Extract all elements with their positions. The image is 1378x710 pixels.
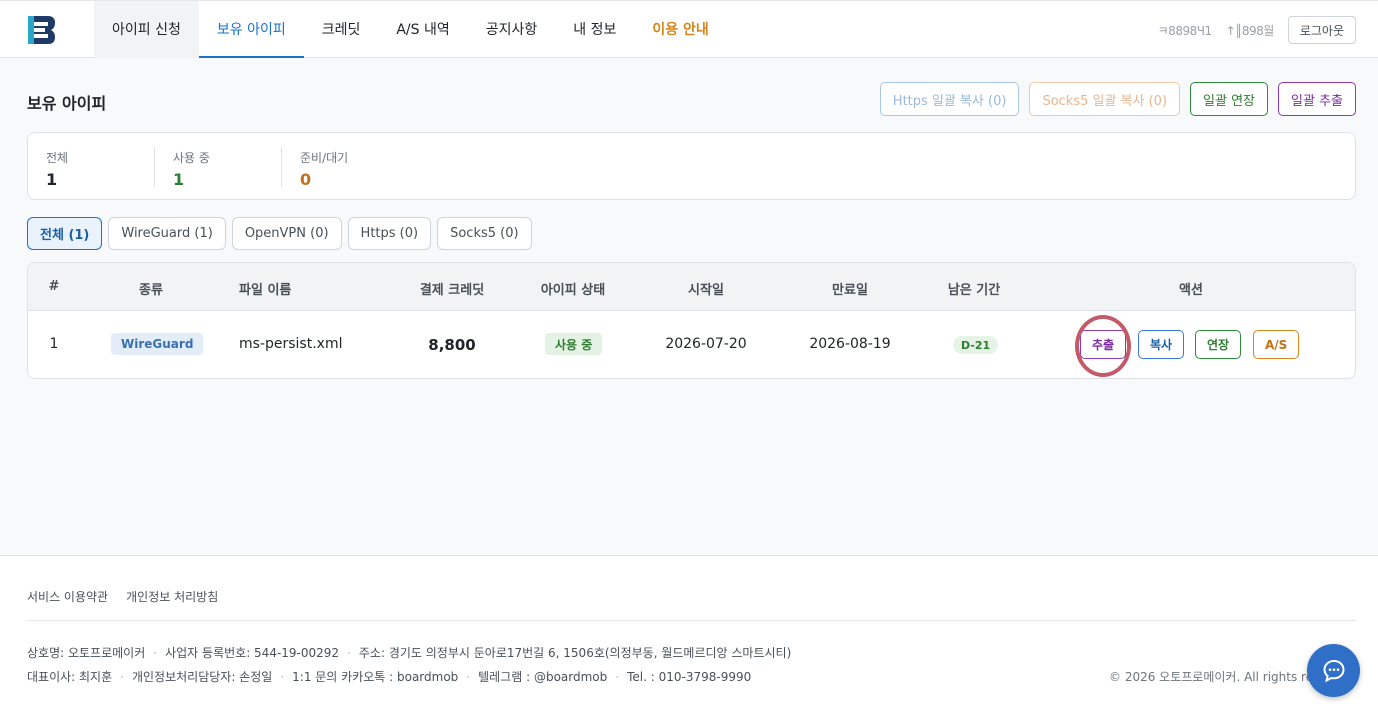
separator-dot: ·	[153, 646, 158, 660]
extract-button[interactable]: 추출	[1080, 330, 1127, 359]
chat-button[interactable]	[1307, 644, 1360, 697]
footer-links: 서비스 이용약관 개인정보 처리방침	[27, 588, 218, 605]
col-actions: 액션	[1179, 283, 1203, 298]
copyright: © 2026 오토프로메이커. All rights reserved.	[1109, 670, 1309, 684]
stat-value: 1	[46, 170, 58, 189]
phone-number: Tel. : 010-3798-9990	[627, 670, 752, 684]
col-status: 아이피 상태	[540, 283, 606, 298]
stat-label: 준비/대기	[300, 151, 349, 165]
row-credit: 8,800	[428, 336, 476, 354]
main-nav: 아이피 신청 보유 아이피 크레딧 A/S 내역 공지사항 내 정보 이용 안내	[94, 1, 727, 58]
status-badge: 사용 중	[545, 333, 603, 355]
separator-dot: ·	[280, 670, 285, 684]
address: 주소: 경기도 의정부시 둔아로17번길 6, 1506호(의정부동, 월드메르…	[358, 646, 792, 660]
credit-info-text: ↑║898월	[1225, 23, 1275, 38]
company-name: 상호명: 오토프로메이커	[27, 646, 146, 660]
user-info-text: ㅋ8898Ч1	[1157, 23, 1212, 38]
type-badge: WireGuard	[111, 333, 204, 355]
ip-table: # 종류 파일 이름 결제 크레딧 아이피 상태 시작일 만료일 남은 기간 액…	[27, 262, 1356, 379]
col-type: 종류	[139, 283, 163, 298]
header-right: ㅋ8898Ч1 ↑║898월 로그아웃	[1158, 16, 1356, 44]
divider	[281, 147, 282, 187]
table-header: # 종류 파일 이름 결제 크레딧 아이피 상태 시작일 만료일 남은 기간 액…	[28, 263, 1355, 311]
bulk-actions: Https 일괄 복사 (0) Socks5 일괄 복사 (0) 일괄 연장 일…	[879, 82, 1356, 116]
copy-button[interactable]: 복사	[1138, 330, 1185, 359]
https-bulk-copy-button[interactable]: Https 일괄 복사 (0)	[879, 82, 1020, 116]
divider	[27, 620, 1356, 621]
contact-info-line: 대표이사: 최지훈 · 개인정보처리담당자: 손정일 · 1:1 문의 카카오톡 : b…	[27, 668, 751, 685]
stat-value: 1	[173, 170, 185, 189]
filter-https[interactable]: Https (0)	[347, 217, 432, 250]
col-filename: 파일 이름	[239, 283, 292, 298]
stat-label: 전체	[46, 151, 69, 165]
kakao-contact: 1:1 문의 카카오톡 : boardmob	[292, 670, 459, 684]
stat-value: 0	[300, 170, 312, 189]
stats-summary: 전체 1 사용 중 1 준비/대기 0	[27, 132, 1356, 200]
nav-usage-guide[interactable]: 이용 안내	[634, 1, 726, 58]
bulk-extract-button[interactable]: 일괄 추출	[1278, 82, 1356, 116]
stat-total: 전체 1	[46, 149, 68, 189]
divider	[154, 147, 155, 187]
remaining-days-badge: D-21	[953, 336, 999, 354]
extend-button[interactable]: 연장	[1195, 330, 1242, 359]
as-request-button[interactable]: A/S	[1253, 330, 1300, 359]
business-number: 사업자 등록번호: 544-19-00292	[165, 646, 340, 660]
terms-link[interactable]: 서비스 이용약관	[27, 588, 108, 605]
separator-dot: ·	[615, 670, 620, 684]
separator-dot: ·	[347, 646, 351, 660]
col-credit: 결제 크레딧	[419, 283, 485, 298]
filter-openvpn[interactable]: OpenVPN (0)	[231, 217, 342, 250]
logout-button[interactable]: 로그아웃	[1287, 16, 1356, 44]
nav-credit[interactable]: 크레딧	[304, 1, 379, 58]
nav-ip-request[interactable]: 아이피 신청	[94, 1, 199, 58]
type-filter-tabs: 전체 (1) WireGuard (1) OpenVPN (0) Https (…	[27, 217, 532, 250]
nav-my-info[interactable]: 내 정보	[555, 1, 634, 58]
row-filename: ms-persist.xml	[239, 336, 343, 352]
company-info-line: 상호명: 오토프로메이커 · 사업자 등록번호: 544-19-00292 · 주소: …	[27, 644, 791, 661]
socks5-bulk-copy-button[interactable]: Socks5 일괄 복사 (0)	[1029, 82, 1181, 116]
ceo-name: 대표이사: 최지훈	[27, 670, 113, 684]
separator-dot: ·	[120, 670, 124, 684]
col-remaining: 남은 기간	[947, 283, 1001, 298]
telegram-contact: 텔레그램 : @boardmob	[478, 670, 608, 684]
nav-owned-ip[interactable]: 보유 아이피	[198, 1, 304, 58]
bulk-extend-button[interactable]: 일괄 연장	[1190, 82, 1269, 116]
brand-logo[interactable]	[26, 14, 56, 46]
page-title: 보유 아이피	[27, 94, 107, 113]
filter-wireguard[interactable]: WireGuard (1)	[108, 217, 226, 250]
col-start: 시작일	[688, 283, 724, 298]
stat-in-use: 사용 중 1	[173, 149, 210, 189]
nav-notice[interactable]: 공지사항	[468, 1, 556, 58]
stat-label: 사용 중	[173, 151, 210, 165]
row-num: 1	[49, 336, 59, 352]
privacy-officer: 개인정보처리담당자: 손정일	[131, 670, 273, 684]
chat-bubble-icon	[1322, 659, 1345, 682]
row-end-date: 2026-08-19	[809, 336, 891, 352]
filter-socks5[interactable]: Socks5 (0)	[437, 217, 532, 250]
col-end: 만료일	[832, 283, 868, 298]
row-start-date: 2026-07-20	[665, 336, 747, 352]
stat-pending: 준비/대기 0	[300, 149, 348, 189]
col-num: #	[48, 279, 60, 294]
footer: 서비스 이용약관 개인정보 처리방침 상호명: 오토프로메이커 · 사업자 등록번호…	[0, 555, 1378, 710]
filter-all[interactable]: 전체 (1)	[27, 217, 103, 250]
top-navbar: 아이피 신청 보유 아이피 크레딧 A/S 내역 공지사항 내 정보 이용 안내…	[0, 0, 1378, 58]
nav-as-history[interactable]: A/S 내역	[378, 1, 467, 58]
separator-dot: ·	[466, 670, 471, 684]
privacy-link[interactable]: 개인정보 처리방침	[126, 588, 218, 605]
